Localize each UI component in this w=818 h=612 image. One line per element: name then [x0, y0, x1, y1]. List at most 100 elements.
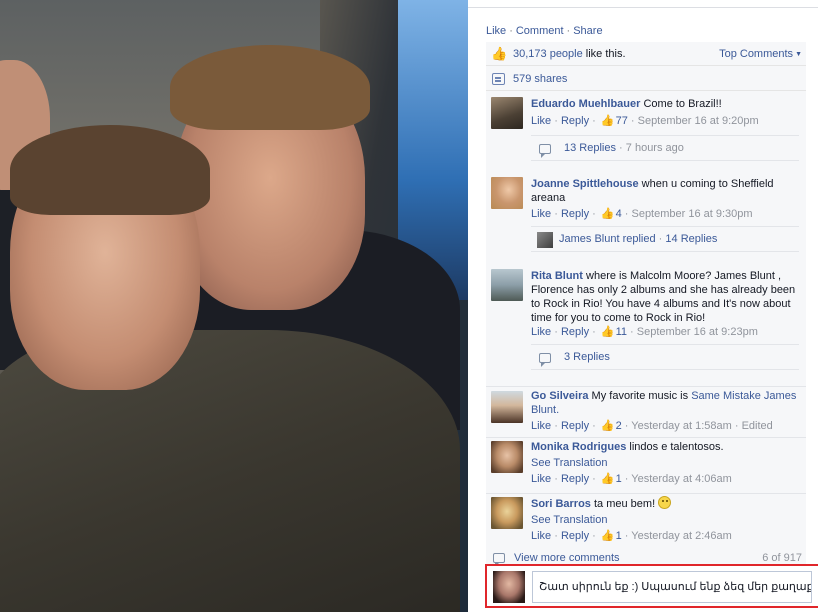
comment-meta: Like · Reply · 👍1 · Yesterday at 2:46am [531, 530, 732, 542]
comments-count: 6 of 917 [762, 552, 802, 564]
replies-toggle[interactable]: 3 Replies [531, 344, 799, 370]
comment-author[interactable]: Sori Barros [531, 498, 591, 510]
post-photo[interactable] [0, 0, 468, 612]
comment-author[interactable]: Eduardo Muehlbauer [531, 98, 640, 110]
share-icon [492, 73, 505, 85]
replies-dot: · [658, 233, 663, 245]
thumbs-up-icon: 👍 [491, 46, 508, 61]
thumbs-up-icon: 👍 [600, 473, 615, 485]
comments-sidebar: Like · Comment · Share 👍 30,173 people like … [468, 0, 818, 612]
comment-author[interactable]: Monika Rodrigues [531, 441, 626, 453]
see-translation-row: See Translation [531, 513, 607, 527]
comment-timestamp[interactable]: Yesterday at 1:58am [631, 420, 732, 432]
replies-count[interactable]: 13 Replies [564, 142, 616, 154]
replies-count[interactable]: 14 Replies [665, 233, 717, 245]
comment-author[interactable]: Go Silveira [531, 390, 588, 402]
comment-item: Sori Barros ta meu bem! See Translation … [486, 493, 806, 549]
shares-link[interactable]: 579 shares [513, 73, 567, 85]
comment-author[interactable]: Joanne Spittlehouse [531, 178, 639, 190]
comment-text: Come to Brazil!! [643, 98, 722, 110]
comment-text: lindos e talentosos. [629, 441, 724, 453]
comment-reply-link[interactable]: Reply [561, 115, 589, 127]
comment-body: Rita Blunt where is Malcolm Moore? James… [531, 269, 801, 325]
comment-like-link[interactable]: Like [531, 326, 551, 338]
comment-timestamp[interactable]: Yesterday at 4:06am [631, 473, 732, 485]
comment-like-link[interactable]: Like [531, 420, 551, 432]
replier-name[interactable]: James Blunt replied [559, 233, 656, 245]
comment-like-link[interactable]: Like [531, 530, 551, 542]
comment-timestamp[interactable]: September 16 at 9:30pm [631, 208, 752, 220]
comment-body: Eduardo Muehlbauer Come to Brazil!! [531, 97, 801, 111]
comment-reply-link[interactable]: Reply [561, 473, 589, 485]
comment-likes-count[interactable]: 77 [616, 115, 628, 127]
avatar[interactable] [491, 269, 523, 301]
likes-summary-text: 30,173 people like this. [513, 48, 626, 60]
comment-author[interactable]: Rita Blunt [531, 270, 583, 282]
share-link[interactable]: Share [573, 25, 602, 37]
avatar[interactable] [491, 177, 523, 209]
smiley-emoji-icon [658, 496, 672, 509]
separator-dot: · [509, 25, 513, 37]
photo-person-right-hair [170, 45, 370, 130]
comment-timestamp[interactable]: Yesterday at 2:46am [631, 530, 732, 542]
comment-text: My favorite music is [591, 390, 689, 402]
shares-summary: 579 shares [486, 66, 806, 91]
comment-body: Go Silveira My favorite music is Same Mi… [531, 389, 801, 417]
comment-like-link[interactable]: Like [531, 115, 551, 127]
comment-likes-count[interactable]: 2 [616, 420, 622, 432]
see-translation-link[interactable]: See Translation [531, 514, 607, 526]
replies-toggle[interactable]: 13 Replies · 7 hours ago [531, 135, 799, 161]
comment-divider [486, 437, 806, 438]
likes-suffix: like this. [585, 48, 626, 60]
replies-count[interactable]: 3 Replies [564, 351, 610, 363]
comment-edited[interactable]: Edited [742, 420, 773, 432]
comment-like-link[interactable]: Like [531, 208, 551, 220]
comment-reply-link[interactable]: Reply [561, 530, 589, 542]
separator-dot: · [566, 25, 571, 37]
comment-likes-count[interactable]: 4 [616, 208, 622, 220]
comment-likes-count[interactable]: 11 [616, 326, 627, 338]
comment-timestamp[interactable]: September 16 at 9:23pm [637, 326, 758, 338]
comment-like-link[interactable]: Like [531, 473, 551, 485]
comment-timestamp[interactable]: September 16 at 9:20pm [638, 115, 759, 127]
comment-meta: Like · Reply · 👍2 · Yesterday at 1:58am … [531, 420, 773, 432]
comment-reply-link[interactable]: Reply [561, 326, 589, 338]
comment-body: Monika Rodrigues lindos e talentosos. [531, 440, 801, 454]
see-translation-link[interactable]: See Translation [531, 457, 607, 469]
comment-item: Joanne Spittlehouse when u coming to She… [486, 174, 806, 264]
comment-likes-count[interactable]: 1 [616, 473, 622, 485]
thumbs-up-icon: 👍 [600, 208, 615, 220]
comment-divider [486, 493, 806, 494]
avatar[interactable] [491, 97, 523, 129]
replies-toggle[interactable]: James Blunt replied · 14 Replies [531, 226, 799, 252]
avatar[interactable] [491, 497, 523, 529]
thumbs-up-icon: 👍 [600, 420, 615, 432]
replies-summary: 13 Replies · 7 hours ago [564, 142, 684, 154]
sort-comments-dropdown[interactable]: Top Comments ▼ [719, 48, 802, 60]
comment-meta: Like · Reply · 👍1 · Yesterday at 4:06am [531, 473, 732, 485]
avatar[interactable] [491, 391, 523, 423]
avatar[interactable] [491, 441, 523, 473]
comment-likes-count[interactable]: 1 [616, 530, 622, 542]
comments-feed: 👍 30,173 people like this. Top Comments ▼… [486, 42, 806, 568]
comment-reply-link[interactable]: Reply [561, 208, 589, 220]
thumbs-up-icon: 👍 [600, 326, 615, 338]
comment-body: Sori Barros ta meu bem! [531, 496, 801, 511]
comment-meta: Like · Reply · 👍77 · September 16 at 9:2… [531, 115, 759, 127]
likes-count-link[interactable]: 30,173 people [513, 48, 583, 60]
comment-meta: Like · Reply · 👍11 · September 16 at 9:2… [531, 326, 758, 338]
comment-link[interactable]: Comment [516, 25, 564, 37]
comment-reply-link[interactable]: Reply [561, 420, 589, 432]
comment-composer: Շատ սիրուն եք :) Սպասում ենք ձեզ մեր քաղ… [485, 564, 818, 608]
reply-bubble-icon [539, 144, 551, 158]
likes-summary: 👍 30,173 people like this. Top Comments ▼ [486, 42, 806, 66]
replies-summary: James Blunt replied · 14 Replies [559, 233, 717, 245]
replies-time: 7 hours ago [625, 142, 684, 154]
view-more-comments-link[interactable]: View more comments [514, 552, 620, 564]
like-link[interactable]: Like [486, 25, 506, 37]
thumbs-up-icon: 👍 [600, 115, 615, 127]
avatar [493, 571, 525, 603]
see-translation-row: See Translation [531, 456, 607, 470]
comment-body: Joanne Spittlehouse when u coming to She… [531, 177, 801, 205]
comment-input[interactable]: Շատ սիրուն եք :) Սպասում ենք ձեզ մեր քաղ… [532, 571, 812, 603]
